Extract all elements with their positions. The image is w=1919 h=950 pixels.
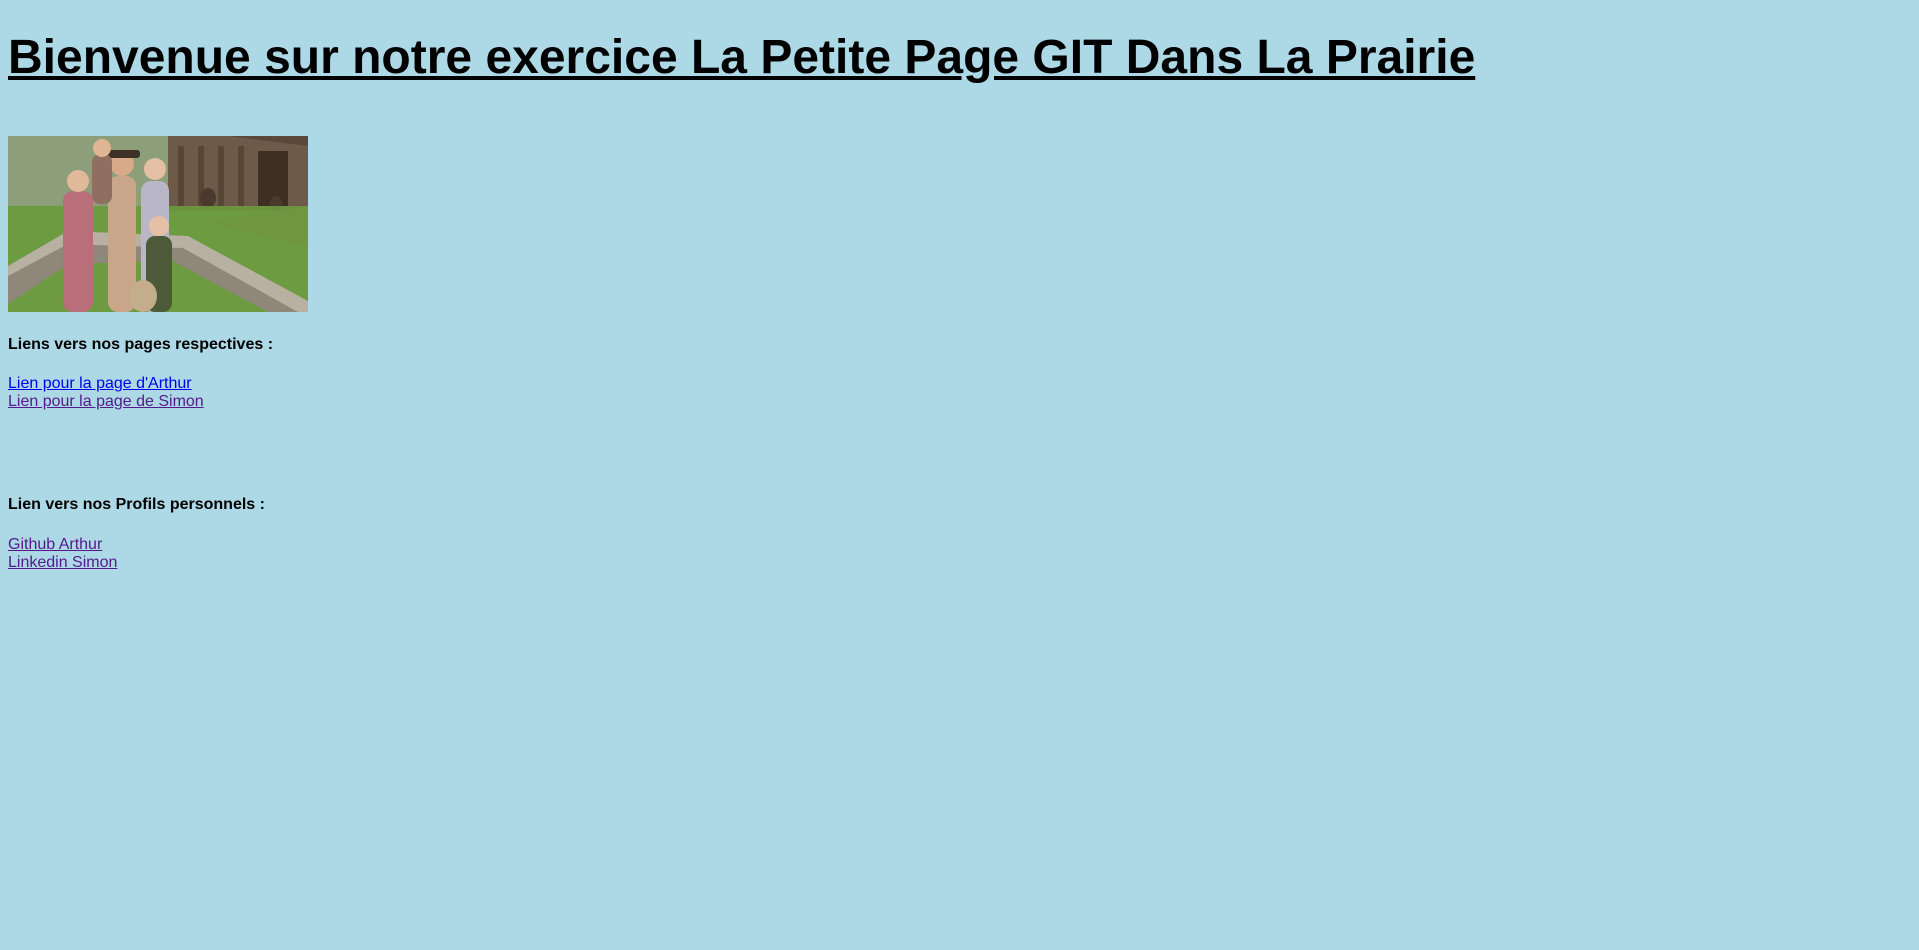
section-heading-profiles: Lien vers nos Profils personnels : xyxy=(8,496,265,513)
link-simon-page[interactable]: Lien pour la page de Simon xyxy=(8,393,204,411)
hero-image xyxy=(8,136,308,312)
section-heading-pages: Liens vers nos pages respectives : xyxy=(8,336,274,353)
page: Bienvenue sur notre exercice La Petite P… xyxy=(0,0,1919,950)
page-title: Bienvenue sur notre exercice La Petite P… xyxy=(8,31,1476,84)
link-github-arthur[interactable]: Github Arthur xyxy=(8,536,102,554)
link-arthur-page[interactable]: Lien pour la page d'Arthur xyxy=(8,375,192,393)
link-linkedin-simon[interactable]: Linkedin Simon xyxy=(8,554,117,572)
